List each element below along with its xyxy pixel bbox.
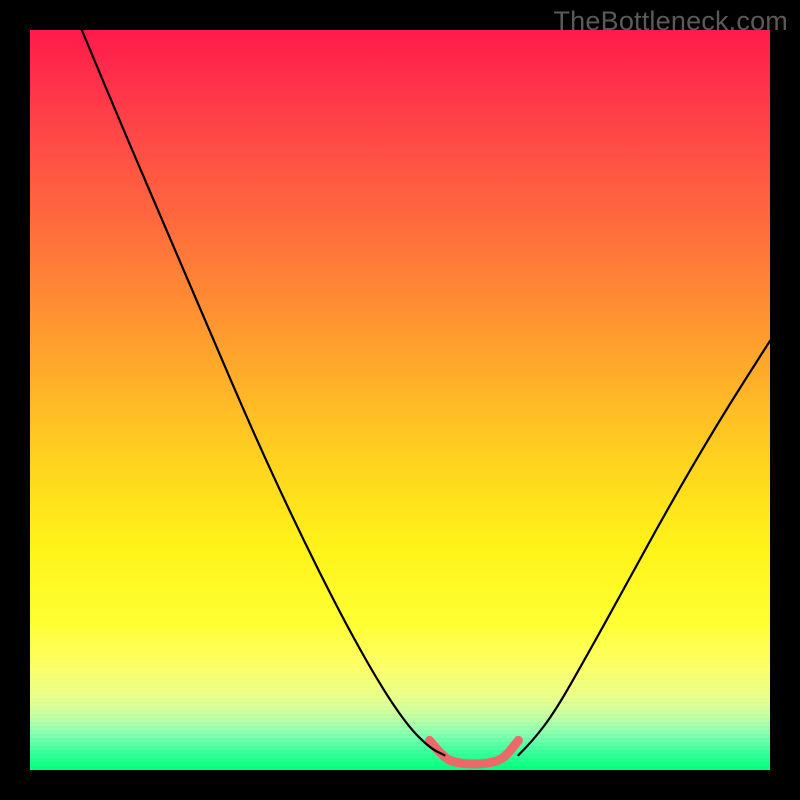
curve-layer [30,30,770,770]
left-descent-curve [82,30,445,755]
valley-bottom-highlight [430,740,519,763]
plot-area [30,30,770,770]
watermark-text: TheBottleneck.com [553,6,788,37]
right-ascent-curve [518,341,770,755]
chart-frame: TheBottleneck.com [0,0,800,800]
